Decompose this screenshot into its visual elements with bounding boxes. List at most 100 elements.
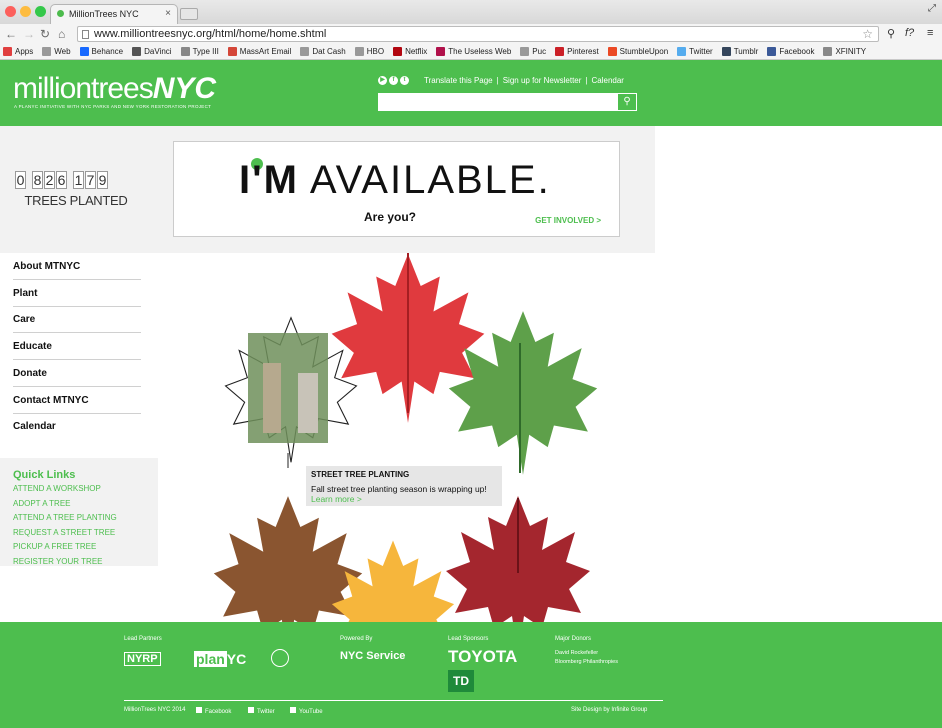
bookmark-item[interactable]: Netflix [393, 47, 427, 56]
bookmark-label: Type III [192, 47, 219, 56]
bookmark-icon [823, 47, 833, 56]
counter-digit: 6 [56, 171, 67, 189]
bookmark-icon [721, 47, 731, 56]
bookmark-icon [354, 47, 364, 56]
bookmark-item[interactable]: Pinterest [555, 47, 599, 56]
lead-partners-heading: Lead Partners [124, 636, 162, 642]
bookmark-item[interactable]: StumbleUpon [607, 47, 669, 56]
bookmark-label: StumbleUpon [619, 47, 669, 56]
facebook-icon [196, 707, 202, 713]
bookmark-item[interactable]: Facebook [767, 47, 814, 56]
bookmark-icon [677, 47, 687, 56]
bookmark-item[interactable]: Behance [79, 47, 123, 56]
footer-twitter-link[interactable]: Twitter [248, 707, 275, 715]
link-separator: | [585, 76, 588, 85]
site-header: milliontreesNYC A PLANYC INITIATIVE WITH… [0, 60, 942, 126]
browser-tab[interactable]: MillionTrees NYC × [50, 4, 178, 24]
logo-text: milliontrees [13, 72, 154, 105]
footer-youtube-link[interactable]: YouTube [290, 707, 323, 715]
bookmark-icon [180, 47, 190, 56]
bookmark-label: Puc [532, 47, 547, 56]
lead-sponsors-heading: Lead Sponsors [448, 636, 489, 642]
nyc-parks-logo-icon[interactable] [271, 649, 289, 667]
quick-link[interactable]: PICKUP A FREE TREE [13, 542, 96, 551]
bookmark-item[interactable]: DaVinci [132, 47, 172, 56]
quick-link[interactable]: REGISTER YOUR TREE [13, 557, 103, 566]
banner-title-bold: I'M [239, 158, 299, 202]
bookmark-item[interactable]: Tumblr [721, 47, 758, 56]
nav-item-educate[interactable]: Educate [13, 333, 141, 361]
quick-links: Quick Links ATTEND A WORKSHOP ADOPT A TRE… [0, 458, 158, 566]
counter-digit: 2 [44, 171, 55, 189]
bookmark-item[interactable]: Type III [180, 47, 219, 56]
twitter-icon[interactable]: t [400, 76, 409, 85]
forward-icon[interactable]: → [23, 27, 35, 41]
bookmark-item[interactable]: Twitter [677, 47, 713, 56]
header-link[interactable]: Sign up for Newsletter [503, 76, 582, 85]
font-extension-icon[interactable]: f? [905, 27, 914, 39]
extension-icon[interactable]: ⚲ [887, 27, 895, 40]
bookmark-item[interactable]: MassArt Email [227, 47, 291, 56]
menu-icon[interactable]: ≡ [927, 27, 933, 39]
bookmark-item[interactable]: XFINITY [823, 47, 866, 56]
close-window-button[interactable] [5, 6, 16, 17]
reload-icon[interactable]: ↻ [40, 27, 50, 41]
nav-item-plant[interactable]: Plant [13, 280, 141, 307]
bookmark-item[interactable]: Puc [520, 47, 546, 56]
close-tab-icon[interactable]: × [165, 8, 171, 19]
header-link[interactable]: Calendar [592, 76, 624, 85]
site-logo[interactable]: milliontreesNYC [13, 72, 216, 106]
youtube-icon[interactable]: ▶ [378, 76, 387, 85]
site-search-input[interactable] [378, 93, 618, 111]
nyrp-logo[interactable]: NYRP [124, 652, 161, 666]
footer-facebook-label: Facebook [205, 709, 232, 715]
planyc-logo[interactable]: plan YC [194, 651, 246, 667]
bookmark-item[interactable]: HBO [354, 47, 384, 56]
nyc-service-logo[interactable]: NYC Service [340, 650, 405, 662]
nav-item-donate[interactable]: Donate [13, 360, 141, 387]
bookmark-item[interactable]: Dat Cash [300, 47, 346, 56]
header-link[interactable]: Translate this Page [424, 76, 493, 85]
quick-link[interactable]: ATTEND A WORKSHOP [13, 484, 101, 493]
bookmark-item[interactable]: The Useless Web [436, 47, 511, 56]
facebook-icon[interactable]: f [389, 76, 398, 85]
footer-youtube-label: YouTube [299, 709, 323, 715]
search-button[interactable]: ⚲ [617, 93, 637, 111]
get-involved-link[interactable]: GET INVOLVED > [535, 216, 601, 225]
quick-link[interactable]: REQUEST A STREET TREE [13, 528, 115, 537]
minimize-window-button[interactable] [20, 6, 31, 17]
fullscreen-icon[interactable]: ⤢ [928, 3, 936, 14]
twitter-icon [248, 707, 254, 713]
td-logo[interactable]: TD [448, 670, 474, 692]
nav-item-about-mtnyc[interactable]: About MTNYC [13, 253, 141, 280]
maximize-window-button[interactable] [35, 6, 46, 17]
bookmark-item[interactable]: Apps [3, 47, 33, 56]
nav-item-care[interactable]: Care [13, 306, 141, 334]
toyota-logo[interactable]: TOYOTA [448, 647, 517, 667]
leaf-artwork[interactable] [158, 253, 655, 622]
banner-title-rest: AVAILABLE. [309, 158, 551, 202]
footer-divider [124, 700, 663, 701]
bookmark-item[interactable]: Web [42, 47, 71, 56]
nav-item-contact-mtnyc[interactable]: Contact MTNYC [13, 387, 141, 414]
footer-facebook-link[interactable]: Facebook [196, 707, 231, 715]
bookmark-icon [520, 47, 530, 56]
im-available-banner[interactable]: I'M AVAILABLE. Are you? GET INVOLVED > [173, 141, 620, 237]
bookmark-icon [607, 47, 617, 56]
address-bar[interactable]: www.milliontreesnyc.org/html/home/home.s… [77, 26, 879, 42]
nav-item-calendar[interactable]: Calendar [13, 413, 141, 440]
side-navigation: About MTNYC Plant Care Educate Donate Contact… [0, 253, 158, 458]
counter-digit: 8 [32, 171, 43, 189]
back-icon[interactable]: ← [5, 27, 17, 41]
quick-link[interactable]: ATTEND A TREE PLANTING [13, 513, 117, 522]
quick-link[interactable]: ADOPT A TREE [13, 499, 71, 508]
bookmark-label: XFINITY [835, 47, 867, 56]
site-credit: Site Design by Infinite Group [571, 707, 648, 713]
home-icon[interactable]: ⌂ [58, 27, 65, 41]
learn-more-link[interactable]: Learn more > [311, 494, 362, 504]
bookmark-icon [79, 47, 89, 56]
tab-title: MillionTrees NYC [69, 9, 139, 19]
street-tree-caption[interactable]: STREET TREE PLANTING Fall street tree pl… [306, 466, 502, 506]
new-tab-button[interactable] [180, 8, 198, 20]
bookmark-star-icon[interactable]: ☆ [862, 27, 873, 41]
